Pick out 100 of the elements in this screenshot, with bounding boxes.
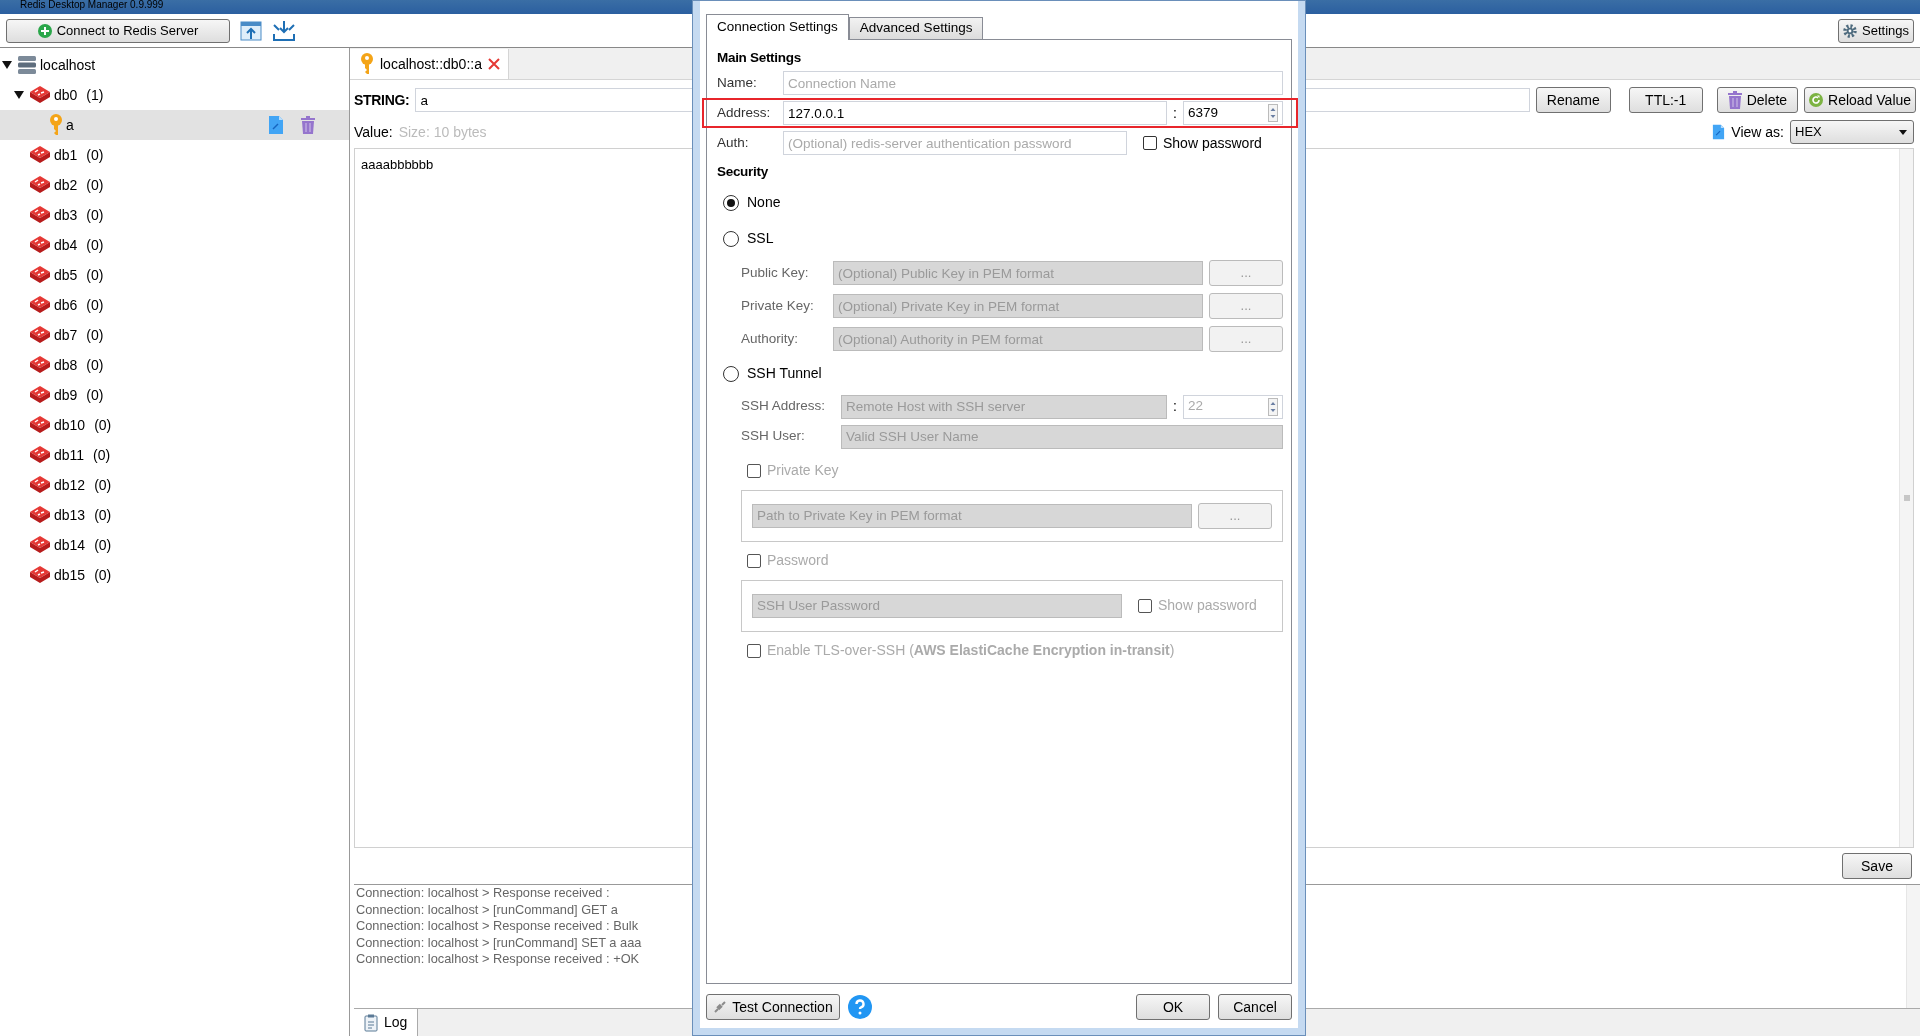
settings-button[interactable]: Settings — [1838, 18, 1914, 43]
rename-button[interactable]: Rename — [1535, 87, 1611, 113]
port-field[interactable]: 6379 — [1183, 101, 1283, 126]
import-icon — [240, 19, 262, 42]
item-count: (0) — [86, 145, 104, 165]
view-as-dropdown[interactable]: HEX — [1790, 120, 1914, 144]
tree-item[interactable]: db2 (0) — [0, 170, 349, 200]
tree-item[interactable]: db9 (0) — [0, 380, 349, 410]
close-icon — [487, 58, 500, 70]
settings-icon — [1843, 23, 1857, 38]
item-count: (0) — [94, 565, 112, 585]
tree-item-label: db11 — [54, 445, 85, 465]
import-button[interactable] — [240, 19, 262, 42]
tree-item-label: db8 — [54, 355, 78, 375]
checkbox-label: Show password — [1163, 133, 1262, 153]
auth-field[interactable]: (Optional) redis-server authentication password — [783, 131, 1127, 156]
tree-item[interactable]: db11 (0) — [0, 440, 349, 470]
server-icon — [17, 55, 37, 75]
database-icon — [29, 505, 51, 525]
log-line: Connection: localhost > Response received : Bulk — [356, 918, 640, 935]
help-button[interactable] — [848, 995, 872, 1019]
database-icon — [29, 445, 51, 465]
reload-button[interactable]: Reload Value — [1804, 87, 1916, 113]
tree-item[interactable]: db4 (0) — [0, 230, 349, 260]
radio-button[interactable] — [723, 365, 739, 382]
ttl-button[interactable]: TTL:-1 — [1628, 87, 1703, 113]
item-count: (0) — [86, 265, 104, 285]
dropdown-arrow-icon — [1899, 129, 1907, 135]
database-icon — [29, 85, 51, 105]
connect-button[interactable]: Connect to Redis Server — [6, 18, 230, 43]
ok-button[interactable]: OK — [1136, 994, 1210, 1020]
tree-item-label: db10 — [54, 415, 86, 435]
scrollbar[interactable] — [1899, 149, 1913, 847]
delete-button[interactable]: Delete — [1716, 87, 1799, 113]
item-count: (0) — [86, 235, 104, 255]
tree-item[interactable]: db7 (0) — [0, 320, 349, 350]
tree-item[interactable]: a — [0, 110, 349, 140]
item-count: (0) — [94, 475, 112, 495]
tree-item-label: db13 — [54, 505, 86, 525]
type-label: STRING: — [354, 90, 410, 110]
key-icon — [49, 114, 63, 136]
tree-item-label: db0 — [54, 85, 78, 105]
item-count: (0) — [94, 505, 112, 525]
log-line: Connection: localhost > Response received : — [356, 885, 611, 902]
item-count: (0) — [94, 535, 112, 555]
checkbox[interactable] — [1143, 136, 1157, 151]
download-icon — [272, 19, 296, 42]
name-field[interactable]: Connection Name — [783, 71, 1283, 96]
checkbox-label: Show password — [1158, 596, 1257, 615]
export-button[interactable] — [272, 19, 296, 42]
radio-button[interactable] — [723, 194, 739, 211]
separator-text: : — [1173, 103, 1177, 123]
checkbox-label: Enable TLS-over-SSH (AWS ElastiCache Encryption in-transit) — [767, 641, 1175, 660]
item-count: (0) — [86, 355, 104, 375]
database-icon — [29, 205, 51, 225]
copy-icon — [268, 115, 284, 135]
tree-item[interactable]: db3 (0) — [0, 200, 349, 230]
plug-icon — [713, 1000, 728, 1014]
tree-item-label: db9 — [54, 385, 78, 405]
field-label: SSH Address: — [741, 397, 827, 416]
field-label: Address: — [717, 104, 772, 123]
tree-item-label: localhost — [40, 55, 96, 75]
tree-item-label: db3 — [54, 205, 78, 225]
save-button[interactable]: Save — [1842, 853, 1912, 879]
field-label: Private Key: — [741, 296, 815, 315]
radio-button[interactable] — [723, 230, 739, 247]
cancel-button[interactable]: Cancel — [1218, 994, 1292, 1020]
dialog-tab[interactable]: Connection Settings — [706, 14, 849, 40]
address-field[interactable]: 127.0.0.1 — [783, 101, 1168, 126]
item-count: (0) — [86, 295, 104, 315]
tree-item[interactable]: db15 (0) — [0, 560, 349, 590]
database-icon — [29, 565, 51, 585]
tree-item[interactable]: db12 (0) — [0, 470, 349, 500]
item-count: (1) — [86, 85, 104, 105]
tree-item[interactable]: db0 (1) — [0, 80, 349, 110]
value-tab[interactable]: localhost::db0::a — [350, 49, 509, 79]
tree-item-label: db15 — [54, 565, 86, 585]
log-tab[interactable]: Log — [354, 1009, 419, 1036]
item-count: (0) — [93, 445, 111, 465]
tree-item[interactable]: db1 (0) — [0, 140, 349, 170]
tree-item[interactable]: db5 (0) — [0, 260, 349, 290]
test-connection-button[interactable]: Test Connection — [706, 994, 840, 1020]
tree-item[interactable]: db10 (0) — [0, 410, 349, 440]
log-line: Connection: localhost > Response received : +OK — [356, 951, 641, 968]
database-icon — [29, 415, 51, 435]
tree-item[interactable]: db8 (0) — [0, 350, 349, 380]
item-count: (0) — [94, 415, 112, 435]
tab-title: localhost::db0::a — [380, 54, 482, 74]
tree-item[interactable]: db13 (0) — [0, 500, 349, 530]
dialog-tab[interactable]: Advanced Settings — [848, 17, 984, 39]
database-icon — [29, 175, 51, 195]
tree-item[interactable]: db14 (0) — [0, 530, 349, 560]
spinner-arrows-icon — [1268, 104, 1278, 123]
separator-text: : — [1173, 397, 1177, 416]
tree-item[interactable]: localhost — [0, 50, 349, 80]
port-value: 6379 — [1188, 104, 1219, 123]
tree-item[interactable]: db6 (0) — [0, 290, 349, 320]
scrollbar[interactable] — [1906, 885, 1920, 1008]
database-icon — [29, 385, 51, 405]
value-text: aaaabbbbbb — [361, 157, 434, 172]
